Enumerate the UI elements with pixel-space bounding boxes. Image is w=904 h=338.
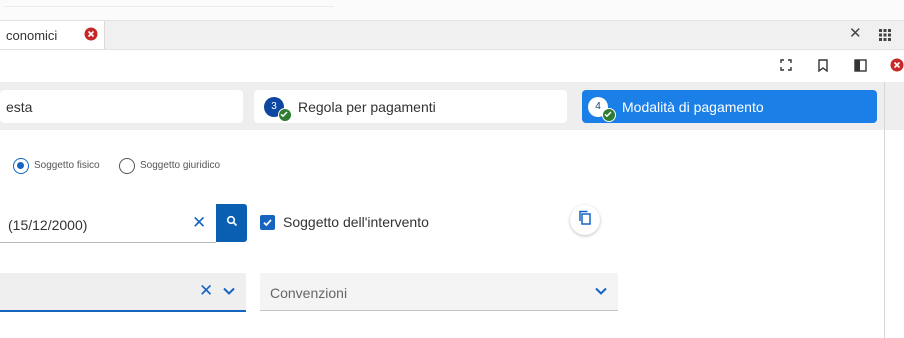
search-icon	[226, 214, 238, 232]
convenzioni-placeholder: Convenzioni	[270, 285, 348, 301]
window-close-icon[interactable]: ✕	[849, 25, 862, 43]
radio-soggetto-giuridico[interactable]	[119, 158, 135, 174]
clear-icon[interactable]: ✕	[192, 214, 206, 232]
toolbar	[0, 50, 904, 80]
top-strip	[0, 0, 904, 21]
radio-soggetto-fisico-label: Soggetto fisico	[34, 160, 100, 171]
step-1-label: esta	[6, 99, 33, 115]
tab-close-icon[interactable]	[84, 27, 98, 41]
radio-soggetto-fisico[interactable]	[13, 158, 29, 174]
step-4-check-icon	[602, 108, 616, 122]
split-view-icon[interactable]	[851, 56, 869, 74]
soggetto-intervento-checkbox[interactable]	[260, 215, 275, 230]
chevron-down-icon[interactable]	[222, 284, 236, 298]
chevron-down-icon[interactable]	[594, 284, 608, 298]
subject-search-input[interactable]: (15/12/2000) ✕	[0, 204, 216, 243]
step-3-label: Regola per pagamenti	[298, 99, 436, 115]
document-tab[interactable]: conomici	[0, 21, 105, 49]
step-3-check-icon	[278, 108, 292, 122]
copy-button[interactable]	[570, 205, 600, 235]
convenzioni-select[interactable]: Convenzioni	[260, 273, 618, 311]
apps-grid-icon[interactable]	[878, 28, 892, 42]
bookmark-icon[interactable]	[814, 56, 832, 74]
search-button[interactable]	[216, 204, 247, 242]
document-tab-label: conomici	[6, 28, 58, 43]
copy-icon	[578, 210, 592, 230]
soggetto-intervento-label: Soggetto dell'intervento	[283, 214, 429, 230]
stepper: esta 3 Regola per pagamenti 4 Modalità d…	[0, 82, 904, 130]
step-1[interactable]: esta	[0, 90, 243, 123]
clear-icon[interactable]: ✕	[199, 282, 213, 300]
radio-soggetto-giuridico-label: Soggetto giuridico	[140, 160, 221, 171]
step-regola-pagamenti[interactable]: 3 Regola per pagamenti	[254, 90, 567, 123]
tab-bar: conomici ✕	[0, 21, 904, 50]
search-value: (15/12/2000)	[8, 217, 88, 233]
close-circle-icon[interactable]	[888, 56, 904, 74]
top-strip-line	[4, 6, 334, 7]
panel-divider	[884, 82, 885, 338]
step-modalita-pagamento[interactable]: 4 Modalità di pagamento	[582, 90, 877, 123]
select-field-left[interactable]: ✕	[0, 273, 246, 312]
step-4-label: Modalità di pagamento	[622, 99, 764, 115]
fullscreen-icon[interactable]	[777, 56, 795, 74]
